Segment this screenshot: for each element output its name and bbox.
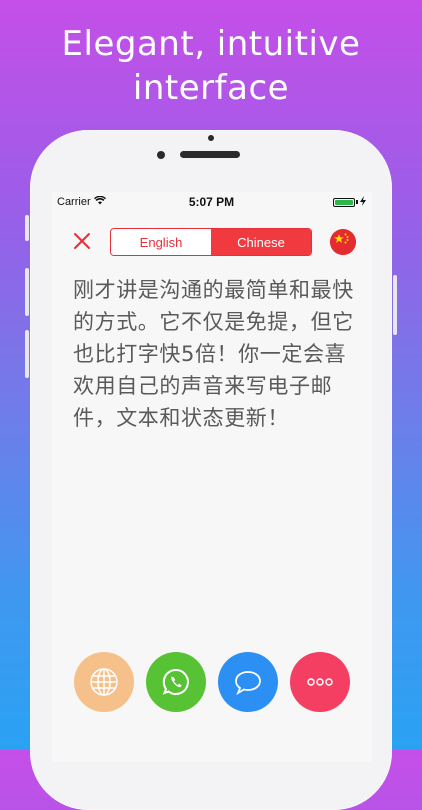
whatsapp-icon <box>162 668 189 695</box>
phone-power-button <box>393 275 397 335</box>
china-flag-icon <box>330 229 356 255</box>
more-icon <box>307 678 333 686</box>
phone-proximity-sensor <box>208 135 214 141</box>
phone-camera <box>157 151 165 159</box>
app-screen: Carrier 5:07 PM English Chinese 刚才讲是沟通的最… <box>52 192 372 762</box>
close-button[interactable] <box>71 230 93 252</box>
more-button[interactable] <box>290 652 350 712</box>
status-bar: Carrier 5:07 PM <box>52 192 372 212</box>
language-flag-button[interactable] <box>330 229 356 255</box>
close-x-icon <box>74 233 90 249</box>
transcribed-text: 刚才讲是沟通的最简单和最快的方式。它不仅是免提，但它也比打字快5倍！你一定会喜欢… <box>73 278 354 430</box>
message-button[interactable] <box>218 652 278 712</box>
promo-headline: Elegant, intuitive interface <box>0 22 422 110</box>
charging-icon <box>359 195 366 209</box>
headline-line-2: interface <box>132 68 290 108</box>
globe-icon <box>90 668 118 696</box>
headline-line-1: Elegant, intuitive <box>61 24 361 64</box>
whatsapp-button[interactable] <box>146 652 206 712</box>
phone-mute-switch <box>25 215 29 241</box>
toolbar: English Chinese <box>52 222 372 262</box>
language-switcher: English Chinese <box>110 228 312 256</box>
carrier-label: Carrier <box>57 196 91 208</box>
phone-speaker <box>180 151 240 158</box>
chat-bubble-icon <box>235 671 261 696</box>
battery-icon <box>332 197 358 207</box>
action-bar <box>52 652 372 732</box>
phone-volume-up <box>25 268 29 316</box>
phone-volume-down <box>25 330 29 378</box>
tab-chinese[interactable]: Chinese <box>211 229 311 255</box>
tab-english[interactable]: English <box>111 229 211 255</box>
wifi-icon <box>93 195 106 208</box>
globe-button[interactable] <box>74 652 134 712</box>
clock: 5:07 PM <box>188 195 235 209</box>
